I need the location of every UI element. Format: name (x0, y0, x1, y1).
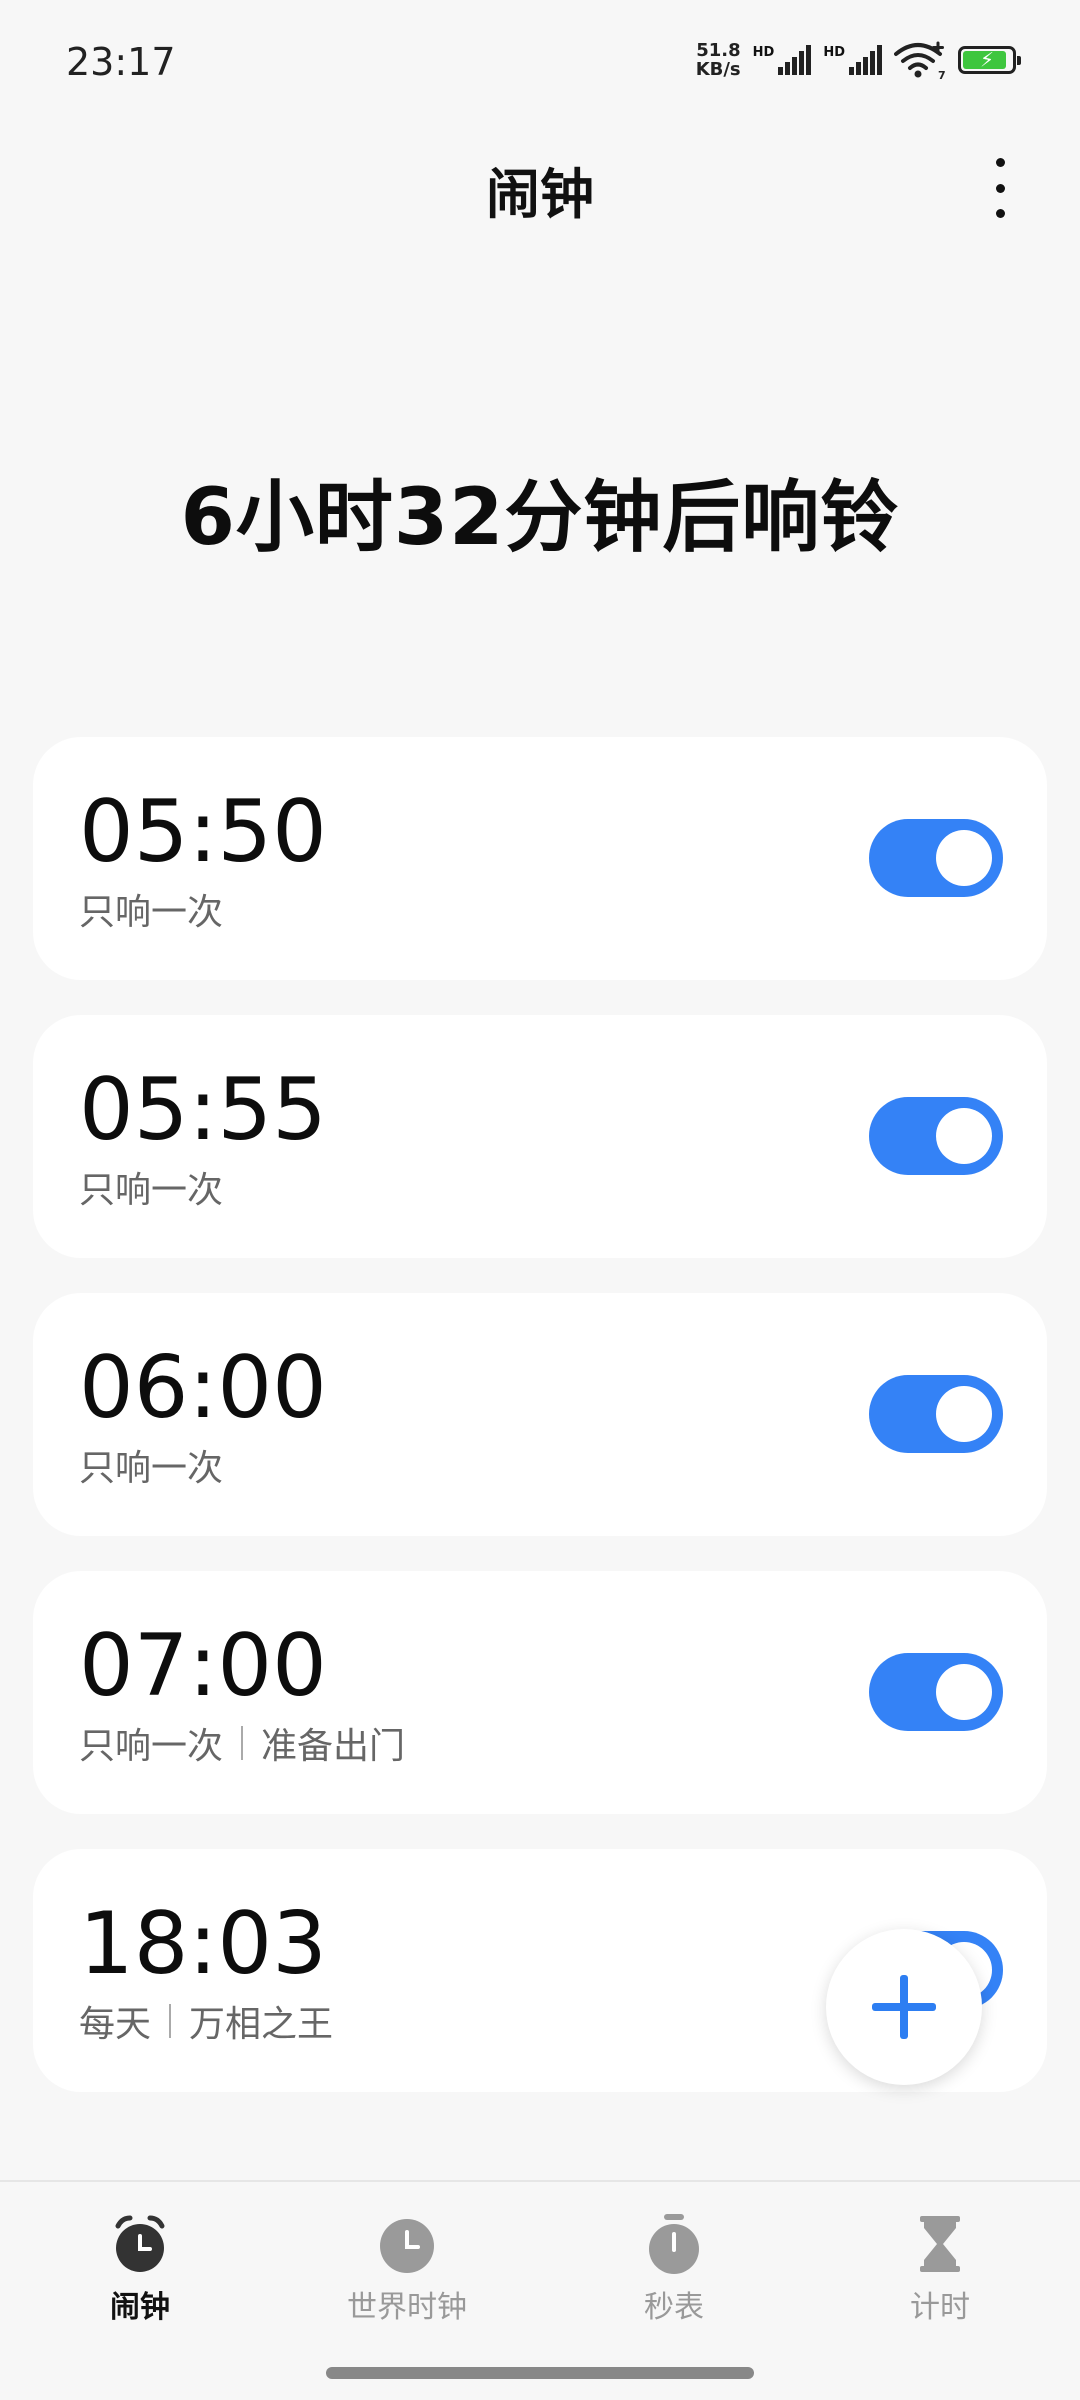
status-icons: 51.8 KB/s HD HD 7 ⚡ (696, 40, 1021, 80)
alarm-repeat-info: 只响一次 (79, 1439, 223, 1491)
toggle-knob (936, 830, 992, 886)
nav-tab-timer[interactable]: 计时 (840, 2212, 1040, 2326)
toggle-knob (936, 1386, 992, 1442)
stopwatch-icon (649, 2214, 699, 2274)
world-clock-icon (380, 2219, 434, 2273)
network-speed-value: 51.8 (696, 40, 741, 61)
nav-label: 世界时钟 (347, 2290, 467, 2325)
divider (241, 1726, 244, 1760)
alarm-item[interactable]: 05:50 只响一次 (33, 737, 1047, 980)
alarm-repeat: 只响一次 (79, 892, 224, 933)
charging-icon: ⚡ (979, 47, 995, 72)
nav-label: 闹钟 (110, 2290, 170, 2325)
alarm-repeat: 只响一次 (79, 1170, 224, 1211)
nav-label: 秒表 (644, 2290, 704, 2325)
next-alarm-countdown: 6小时32分钟后响铃 (180, 473, 900, 563)
toggle-knob (936, 1108, 992, 1164)
more-options-button[interactable] (980, 158, 1020, 218)
alarm-toggle[interactable] (869, 1097, 1003, 1175)
alarm-toggle[interactable] (869, 1375, 1003, 1453)
toggle-knob (936, 1664, 992, 1720)
wifi-icon: 7 (894, 41, 946, 80)
signal-icon-sim1: HD (753, 45, 812, 75)
alarm-clock-icon (115, 2215, 165, 2272)
alarm-label: 准备出门 (261, 1726, 406, 1767)
divider (169, 2004, 172, 2038)
alarm-item[interactable]: 06:00 只响一次 (33, 1293, 1047, 1536)
network-speed: 51.8 KB/s (696, 41, 741, 79)
page-title: 闹钟 (486, 163, 594, 226)
alarm-time: 06:00 (79, 1338, 327, 1438)
alarm-screen: 23:17 51.8 KB/s HD HD 7 ⚡ 闹钟 6小时32分钟后响铃 … (0, 0, 1080, 2400)
home-indicator[interactable] (326, 2367, 754, 2379)
alarm-repeat: 只响一次 (79, 1726, 224, 1767)
alarm-repeat-info: 只响一次 (79, 883, 223, 935)
hourglass-icon (920, 2216, 960, 2272)
alarm-time: 05:50 (79, 782, 327, 882)
add-alarm-button[interactable] (826, 1929, 982, 2085)
alarm-time: 07:00 (79, 1616, 327, 1716)
status-time: 23:17 (66, 40, 176, 84)
alarm-repeat: 每天 (79, 2004, 152, 2045)
alarm-toggle[interactable] (869, 1653, 1003, 1731)
network-speed-unit: KB/s (695, 59, 741, 80)
alarm-item[interactable]: 05:55 只响一次 (33, 1015, 1047, 1258)
nav-tab-world-clock[interactable]: 世界时钟 (307, 2212, 507, 2326)
alarm-label: 万相之王 (189, 2004, 334, 2045)
alarm-repeat-info: 每天 万相之王 (79, 1995, 333, 2047)
more-vertical-icon (995, 158, 1005, 167)
wifi-badge: 7 (938, 69, 946, 80)
alarm-repeat-info: 只响一次 (79, 1161, 223, 1213)
nav-tab-alarm[interactable]: 闹钟 (40, 2212, 240, 2326)
alarm-item[interactable]: 07:00 只响一次 准备出门 (33, 1571, 1047, 1814)
alarm-time: 05:55 (79, 1060, 327, 1160)
alarm-time: 18:03 (79, 1894, 327, 1994)
hd-label: HD (823, 45, 845, 60)
battery-icon: ⚡ (958, 46, 1021, 74)
nav-tab-stopwatch[interactable]: 秒表 (574, 2212, 774, 2326)
alarm-toggle[interactable] (869, 819, 1003, 897)
alarm-repeat: 只响一次 (79, 1448, 224, 1489)
nav-label: 计时 (910, 2290, 970, 2325)
hd-label: HD (752, 45, 775, 60)
alarm-list: 05:50 只响一次 05:55 只响一次 06:00 只响一次 07:00 只… (33, 737, 1047, 2127)
signal-icon-sim2: HD (823, 45, 882, 75)
status-bar: 23:17 51.8 KB/s HD HD 7 ⚡ (0, 0, 1080, 130)
alarm-repeat-info: 只响一次 准备出门 (79, 1717, 405, 1769)
